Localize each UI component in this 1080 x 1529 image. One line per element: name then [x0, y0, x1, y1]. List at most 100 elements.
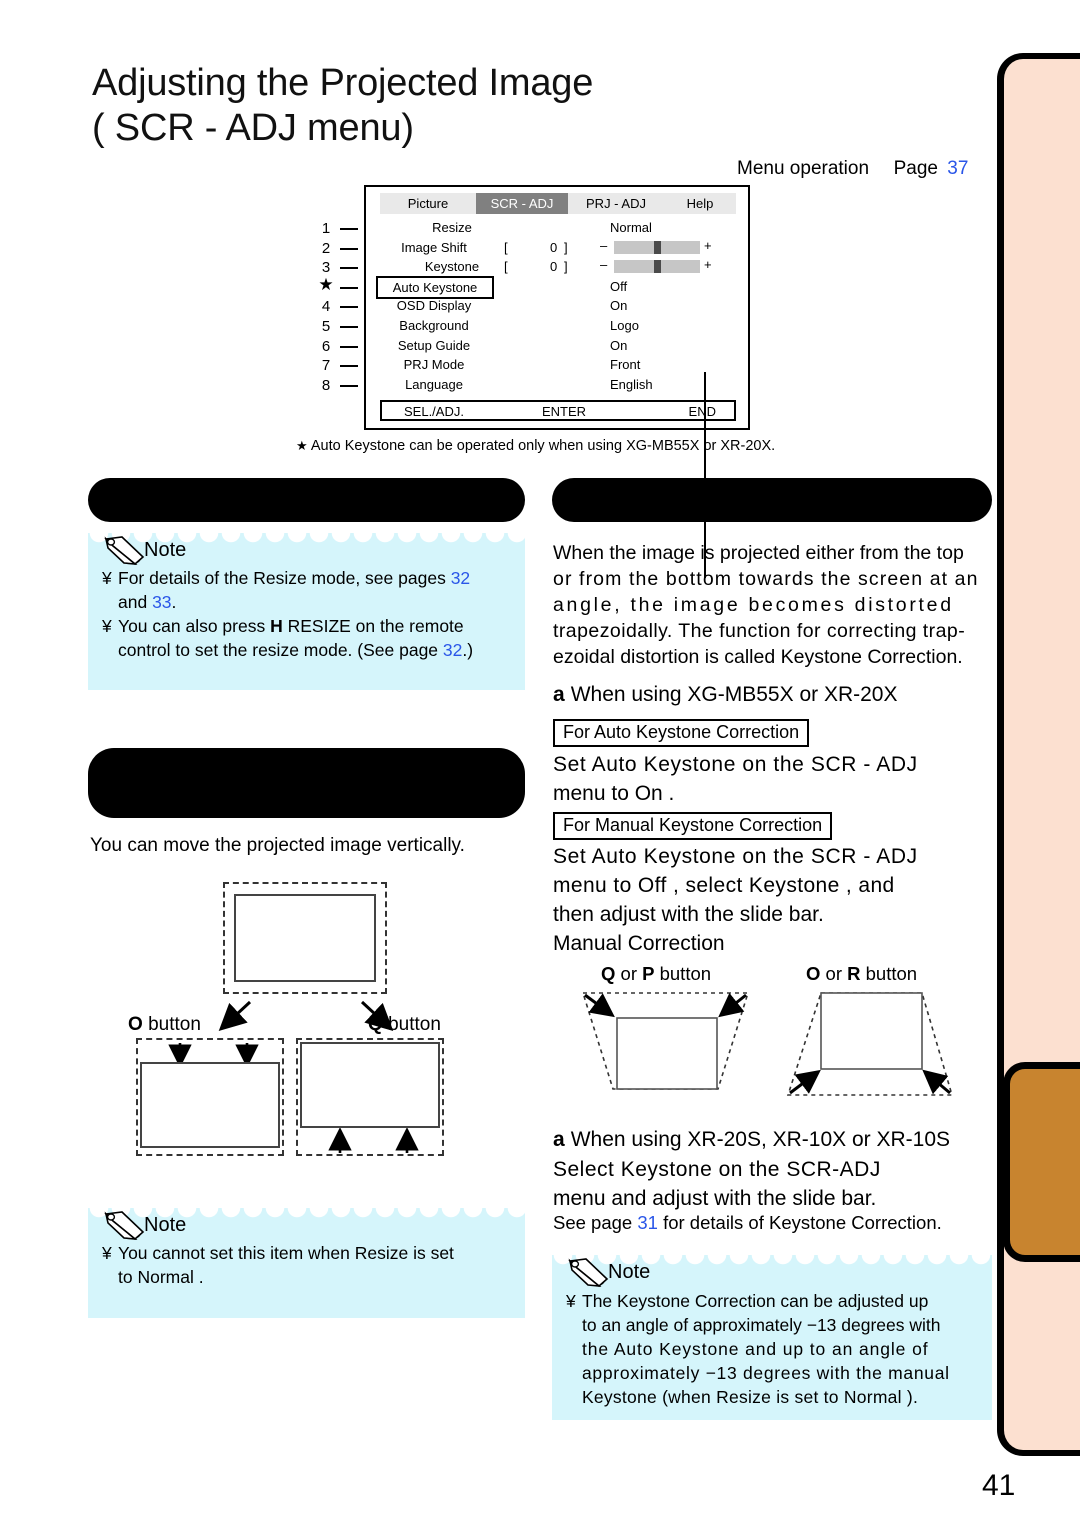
osd-row-setup-guide[interactable]: 6 Setup Guide On: [322, 337, 752, 357]
button-word: button: [865, 963, 918, 984]
osd-row-auto-keystone[interactable]: ★ Auto Keystone Off: [318, 275, 752, 299]
callout-tick: [340, 345, 358, 348]
key-label-q: Q: [601, 963, 616, 984]
osd-footer-enter: ENTER: [542, 404, 587, 419]
osd-label-auto-keystone: Auto Keystone: [376, 275, 494, 299]
note-box-keystone-angle: Note ¥ The Keystone Correction can be ad…: [552, 1255, 992, 1420]
note-heading-row: Note: [88, 1208, 525, 1242]
osd-label-language: Language: [405, 376, 463, 392]
osd-row-list: 1 Resize Normal 2 Image Shift [ 0 ] – +: [318, 219, 752, 396]
paragraph-line: When the image is projected either from …: [553, 540, 993, 566]
heading-when-using-mb55x: a When using XG-MB55X or XR-20X: [553, 683, 898, 707]
osd-slider-keystone[interactable]: – +: [600, 257, 718, 274]
osd-label-osd-display: OSD Display: [396, 298, 472, 314]
note-text: For details of the Resize mode, see page…: [118, 568, 451, 588]
osd-value-setup-guide: On: [610, 337, 628, 353]
osd-row-osd-display[interactable]: 4 OSD Display On: [322, 297, 752, 317]
page-title: Adjusting the Projected Image ( SCR - AD…: [92, 61, 792, 151]
paragraph-line: ezoidal distortion is called Keystone Co…: [553, 644, 993, 670]
page-title-line2: ( SCR - ADJ menu): [92, 107, 414, 149]
callout-number-3: 3: [321, 259, 331, 277]
osd-value-background: Logo: [610, 317, 639, 333]
slider-track[interactable]: [614, 240, 700, 254]
callout-number-2: 2: [321, 239, 331, 257]
osd-tab-scr-adj[interactable]: SCR - ADJ: [476, 193, 568, 214]
key-label-q: Q: [368, 1014, 383, 1035]
paragraph-line: angle, the image becomes distorted: [553, 592, 993, 618]
instruction-line: then adjust with the slide bar.: [553, 903, 824, 926]
bracket-open: [: [504, 239, 508, 255]
menu-operation-page-label: Page: [893, 158, 938, 179]
callout-number-6: 6: [321, 337, 331, 355]
note-bullet: ¥: [102, 568, 112, 588]
slider-minus-sign: –: [600, 257, 608, 273]
image-shift-diagram: O button Q button: [90, 878, 530, 1163]
osd-label-setup-guide: Setup Guide: [397, 337, 471, 353]
note-text-line2: to an angle of approximately −13 degrees…: [582, 1315, 941, 1335]
osd-tab-help[interactable]: Help: [664, 193, 736, 214]
key-label-p: P: [642, 963, 655, 984]
pencil-icon: [102, 535, 146, 566]
heading-marker-icon: a: [553, 1128, 565, 1151]
note-text-line5: Keystone (when Resize is set to Normal )…: [582, 1387, 919, 1407]
callout-tick: [340, 365, 358, 368]
or-word: or: [620, 963, 637, 984]
pencil-icon: [102, 1210, 146, 1241]
note-bullet: ¥: [102, 1243, 112, 1263]
note-heading-text: Note: [144, 1214, 187, 1236]
osd-label-prj-mode: PRJ Mode: [403, 357, 465, 373]
osd-value-prj-mode: Front: [610, 357, 641, 373]
callout-tick: [340, 384, 358, 387]
footnote-star-icon: ★: [296, 438, 308, 453]
page-link[interactable]: 32: [451, 568, 470, 588]
slider-plus-sign: +: [704, 237, 712, 253]
osd-label-keystone: Keystone: [424, 259, 480, 275]
instructions-xr20s: Select Keystone on the SCR-ADJ menu and …: [553, 1155, 995, 1213]
slider-track[interactable]: [614, 260, 700, 274]
osd-label-image-shift: Image Shift: [401, 239, 467, 255]
page-link[interactable]: 33: [152, 592, 171, 612]
callout-tick: [340, 325, 358, 328]
note-item-list: ¥ The Keystone Correction can be adjuste…: [552, 1289, 992, 1409]
osd-slider-image-shift[interactable]: – +: [600, 237, 718, 255]
menu-operation-caption: Menu operation Page 37: [737, 158, 968, 180]
note-text: You cannot set this item when Resize is …: [118, 1243, 454, 1263]
note-item: ¥ You can also press H RESIZE on the rem…: [102, 615, 511, 662]
callout-number-1: 1: [321, 220, 331, 237]
slider-knob[interactable]: [654, 260, 661, 274]
note-text-line4: approximately −13 degrees with the manua…: [582, 1363, 950, 1383]
note-text-end: .): [462, 639, 474, 660]
osd-row-resize[interactable]: 1 Resize Normal: [322, 219, 752, 239]
diagram-image-bottom-left: [140, 1062, 280, 1148]
document-page: Adjusting the Projected Image ( SCR - AD…: [0, 0, 1080, 1529]
note-heading-row: Note: [88, 533, 525, 567]
osd-value-language: English: [610, 376, 653, 392]
paragraph-line: trapezoidally. The function for correcti…: [553, 618, 993, 644]
note-text-line2: control to set the resize mode. (See pag…: [118, 639, 443, 660]
osd-value-osd-display: On: [610, 298, 628, 314]
osd-row-prj-mode[interactable]: 7 PRJ Mode Front: [322, 356, 752, 376]
page-link[interactable]: 32: [443, 640, 462, 660]
page-link[interactable]: 31: [637, 1212, 658, 1233]
callout-number-4: 4: [321, 298, 331, 316]
note-text: You can also press: [118, 616, 271, 636]
osd-row-image-shift[interactable]: 2 Image Shift [ 0 ] – +: [322, 237, 752, 259]
key-label-o: O: [128, 1014, 143, 1035]
note-text-cont: to Normal .: [118, 1266, 204, 1287]
osd-tab-picture[interactable]: Picture: [380, 193, 476, 214]
osd-row-background[interactable]: 5 Background Logo: [322, 317, 752, 337]
slider-knob[interactable]: [654, 240, 661, 254]
or-word: or: [825, 963, 842, 984]
osd-tab-bar: Picture SCR - ADJ PRJ - ADJ Help: [380, 193, 736, 214]
menu-operation-label: Menu operation: [737, 158, 870, 179]
osd-tab-prj-adj[interactable]: PRJ - ADJ: [568, 193, 664, 214]
boxed-label-manual-keystone-correction: For Manual Keystone Correction: [553, 812, 833, 840]
paragraph-line: or from the bottom towards the screen at…: [553, 566, 993, 592]
heading-marker-icon: a: [553, 683, 565, 706]
instruction-line: menu and adjust with the slide bar.: [553, 1187, 877, 1210]
osd-footnote: ★ Auto Keystone can be operated only whe…: [296, 438, 775, 454]
osd-row-language[interactable]: 8 Language English: [322, 376, 752, 396]
callout-tick: [340, 286, 358, 289]
osd-label-background: Background: [399, 317, 469, 333]
note-text-line3: the Auto Keystone and up to an angle of: [582, 1339, 929, 1359]
